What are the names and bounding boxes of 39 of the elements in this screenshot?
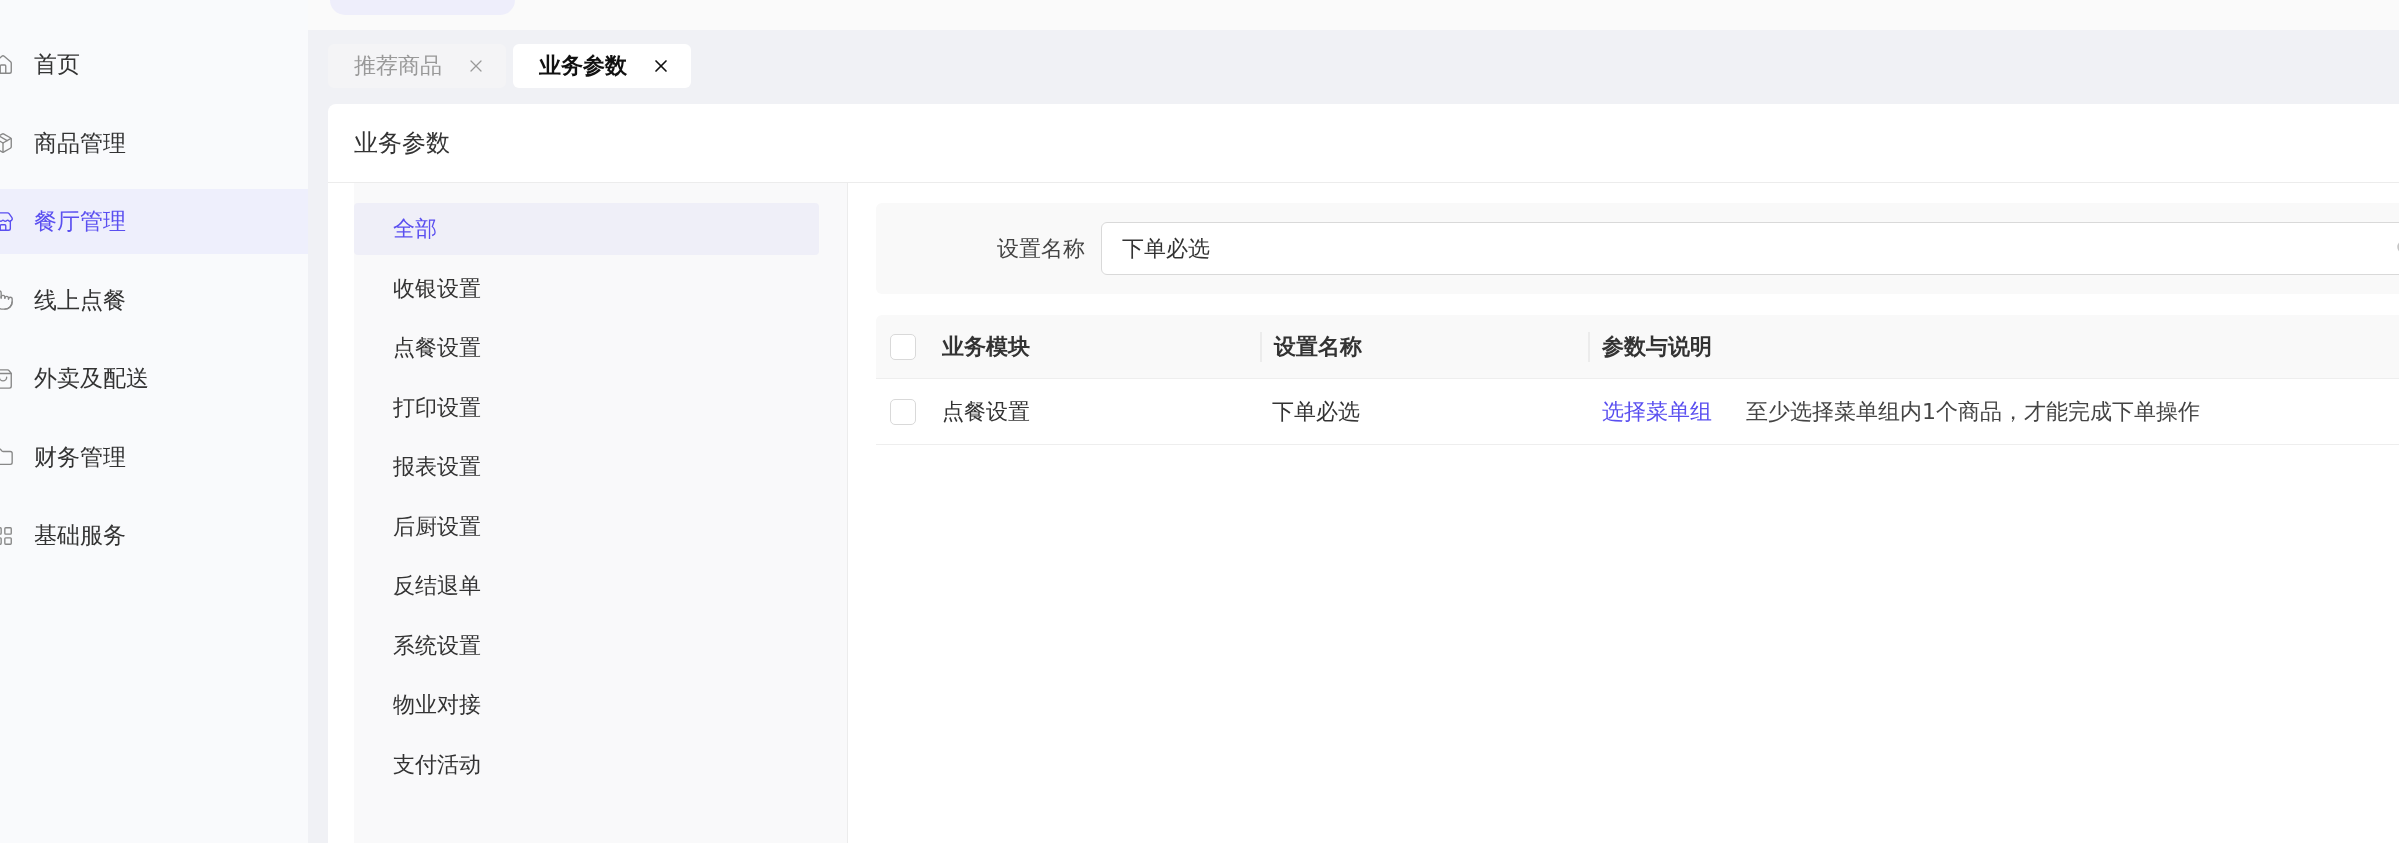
category-item[interactable]: 打印设置: [354, 381, 819, 434]
table-cell-text: 点餐设置: [941, 397, 1031, 426]
category-item[interactable]: 支付活动: [354, 738, 819, 791]
sidebar-item[interactable]: 商品管理: [0, 110, 308, 176]
sidebar-item-label: 财务管理: [34, 442, 126, 472]
page-title: 业务参数: [354, 128, 450, 159]
category-item[interactable]: 后厨设置: [354, 500, 819, 553]
sidebar-item[interactable]: 外卖及配送: [0, 346, 308, 411]
sidebar-item-label: 商品管理: [34, 128, 126, 158]
category-item[interactable]: 物业对接: [354, 679, 819, 731]
category-item[interactable]: 报表设置: [354, 441, 819, 493]
filter-label: 设置名称: [996, 234, 1085, 263]
tab-label: 推荐商品: [354, 52, 442, 80]
category-item[interactable]: 反结退单: [354, 560, 819, 612]
column-header: 参数与说明: [1588, 331, 2399, 362]
page-tab[interactable]: 业务参数: [513, 44, 691, 88]
sidebar-item-label: 餐厅管理: [34, 207, 126, 236]
sidebar-item-label: 外卖及配送: [34, 364, 149, 393]
tab-label: 业务参数: [539, 52, 627, 80]
category-item[interactable]: 收银设置: [354, 262, 819, 315]
select-all-checkbox[interactable]: [890, 333, 916, 360]
row-checkbox[interactable]: [890, 398, 916, 425]
sidebar-item-label: 基础服务: [34, 521, 126, 550]
sidebar-item[interactable]: 基础服务: [0, 503, 308, 568]
sidebar-item[interactable]: 财务管理: [0, 424, 308, 490]
column-header: 业务模块: [941, 332, 1031, 361]
sidebar-item[interactable]: 首页: [0, 32, 308, 97]
category-item[interactable]: 点餐设置: [354, 322, 819, 374]
category-item[interactable]: 全部: [354, 203, 819, 255]
table-cell-text: 下单必选: [1271, 397, 1361, 426]
category-item[interactable]: 系统设置: [354, 619, 819, 672]
sidebar-item-label: 首页: [34, 50, 80, 79]
select-menu-group-link[interactable]: 选择菜单组: [1602, 396, 1712, 427]
search-field[interactable]: 下单必选: [1101, 222, 2399, 275]
column-header: 设置名称: [1260, 331, 1588, 362]
sidebar-item[interactable]: 餐厅管理: [0, 189, 308, 254]
sidebar-item-label: 线上点餐: [34, 285, 126, 315]
sidebar-item[interactable]: 线上点餐: [0, 267, 308, 333]
description-text: 至少选择菜单组内1个商品，才能完成下单操作: [1746, 397, 2200, 426]
